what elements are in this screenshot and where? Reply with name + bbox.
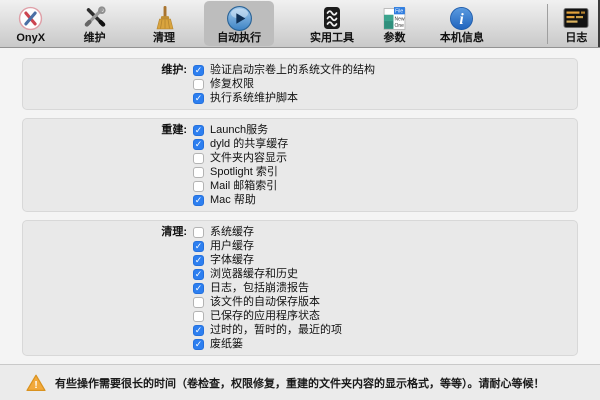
row-folder-display: 文件夹内容显示: [193, 151, 577, 165]
checkbox-user-cache[interactable]: [193, 241, 204, 252]
warning-icon: !: [26, 374, 46, 392]
toolbar-label-maintenance: 维护: [84, 32, 106, 45]
toolbar-item-utilities[interactable]: 实用工具: [297, 1, 367, 46]
checkbox-font-cache[interactable]: [193, 255, 204, 266]
checkbox-dyld-cache[interactable]: [193, 139, 204, 150]
checkbox-label: dyld 的共享缓存: [210, 137, 288, 151]
row-browser-cache: 浏览器缓存和历史: [193, 267, 577, 281]
toolbar-label-info: 本机信息: [440, 32, 484, 45]
broom-icon: [152, 4, 177, 32]
checkbox-label: Spotlight 索引: [210, 165, 278, 179]
row-spotlight-index: Spotlight 索引: [193, 165, 577, 179]
checkbox-label: Mail 邮箱索引: [210, 179, 277, 193]
checkbox-label: 文件夹内容显示: [210, 151, 287, 165]
row-repair-permissions: 修复权限: [193, 77, 577, 91]
automation-panel: 维护: 验证启动宗卷上的系统文件的结构 修复权限 执行系统维护脚本 重建:: [0, 48, 600, 363]
checkbox-mac-help[interactable]: [193, 195, 204, 206]
checkbox-system-cache[interactable]: [193, 227, 204, 238]
row-launch-services: Launch服务: [193, 123, 577, 137]
checkbox-folder-display[interactable]: [193, 153, 204, 164]
toolbar-label-onyx: OnyX: [16, 32, 45, 45]
toolbar-item-onyx[interactable]: OnyX: [8, 1, 53, 46]
checkbox-label: 用户缓存: [210, 239, 254, 253]
toolbox-icon: [320, 4, 344, 32]
checkbox-label: 过时的，暂时的，最近的项: [210, 323, 342, 337]
group-maintenance-label: 维护:: [23, 63, 193, 105]
svg-text:One: One: [394, 22, 404, 28]
row-user-cache: 用户缓存: [193, 239, 577, 253]
info-icon: i: [449, 4, 474, 32]
checkbox-verify-structure[interactable]: [193, 65, 204, 76]
checkbox-logs-crash-reports[interactable]: [193, 283, 204, 294]
checkbox-label: Mac 帮助: [210, 193, 256, 207]
onyx-window: OnyX 维护: [0, 0, 600, 400]
row-trash: 废纸篓: [193, 337, 577, 351]
checkbox-spotlight-index[interactable]: [193, 167, 204, 178]
row-saved-app-states: 已保存的应用程序状态: [193, 309, 577, 323]
row-maintenance-scripts: 执行系统维护脚本: [193, 91, 577, 105]
checkbox-trash[interactable]: [193, 339, 204, 350]
checkbox-label: 修复权限: [210, 77, 254, 91]
toolbar-item-logs[interactable]: 日志: [553, 1, 600, 46]
checkbox-autosave-versions[interactable]: [193, 297, 204, 308]
checkbox-repair-permissions[interactable]: [193, 79, 204, 90]
group-cleaning-label: 清理:: [23, 225, 193, 351]
checkbox-label: 系统缓存: [210, 225, 254, 239]
toolbar: OnyX 维护: [0, 0, 600, 48]
checkbox-launch-services[interactable]: [193, 125, 204, 136]
toolbar-item-parameters[interactable]: File New One 参数: [369, 1, 420, 46]
toolbar-item-cleaning[interactable]: 清理: [134, 1, 194, 46]
checkbox-label: 日志，包括崩溃报告: [210, 281, 309, 295]
svg-text:New: New: [394, 16, 404, 22]
tools-icon: [82, 4, 108, 32]
row-system-cache: 系统缓存: [193, 225, 577, 239]
toolbar-label-automation: 自动执行: [217, 32, 261, 45]
toolbar-label-utilities: 实用工具: [310, 32, 354, 45]
footer-warning-bar: ! 有些操作需要很长的时间（卷检查，权限修复，重建的文件夹内容的显示格式，等等）…: [0, 364, 600, 400]
checkbox-label: 已保存的应用程序状态: [210, 309, 320, 323]
group-rebuild-label: 重建:: [23, 123, 193, 207]
svg-text:i: i: [460, 10, 465, 27]
onyx-app-icon: [18, 4, 43, 32]
checkbox-label: 浏览器缓存和历史: [210, 267, 298, 281]
checkbox-label: 字体缓存: [210, 253, 254, 267]
row-dyld-cache: dyld 的共享缓存: [193, 137, 577, 151]
group-maintenance: 维护: 验证启动宗卷上的系统文件的结构 修复权限 执行系统维护脚本: [22, 58, 578, 110]
toolbar-separator: [547, 4, 548, 44]
row-autosave-versions: 该文件的自动保存版本: [193, 295, 577, 309]
row-font-cache: 字体缓存: [193, 253, 577, 267]
checkbox-maintenance-scripts[interactable]: [193, 93, 204, 104]
row-obsolete-items: 过时的，暂时的，最近的项: [193, 323, 577, 337]
toolbar-item-maintenance[interactable]: 维护: [64, 1, 124, 46]
toolbar-item-info[interactable]: i 本机信息: [427, 1, 497, 46]
row-logs-crash-reports: 日志，包括崩溃报告: [193, 281, 577, 295]
checkbox-browser-cache[interactable]: [193, 269, 204, 280]
toolbar-label-logs: 日志: [565, 32, 587, 45]
checkbox-label: 验证启动宗卷上的系统文件的结构: [210, 63, 375, 77]
svg-text:File: File: [395, 8, 403, 14]
play-icon: [226, 4, 253, 32]
row-mail-index: Mail 邮箱索引: [193, 179, 577, 193]
toolbar-item-automation[interactable]: 自动执行: [204, 1, 274, 46]
log-icon: [563, 4, 589, 32]
checkbox-label: 该文件的自动保存版本: [210, 295, 320, 309]
checkbox-label: 废纸篓: [210, 337, 243, 351]
row-mac-help: Mac 帮助: [193, 193, 577, 207]
toolbar-label-cleaning: 清理: [153, 32, 175, 45]
toolbar-label-parameters: 参数: [383, 32, 405, 45]
svg-text:!: !: [34, 380, 37, 391]
warning-text: 有些操作需要很长的时间（卷检查，权限修复，重建的文件夹内容的显示格式，等等）。请…: [55, 375, 545, 391]
row-verify-structure: 验证启动宗卷上的系统文件的结构: [193, 63, 577, 77]
checkbox-saved-app-states[interactable]: [193, 311, 204, 322]
group-cleaning: 清理: 系统缓存 用户缓存 字体缓存 浏览器缓存和历史: [22, 220, 578, 356]
preferences-icon: File New One: [383, 4, 406, 32]
checkbox-label: 执行系统维护脚本: [210, 91, 298, 105]
group-rebuild: 重建: Launch服务 dyld 的共享缓存 文件夹内容显示 Spotligh…: [22, 118, 578, 212]
checkbox-label: Launch服务: [210, 123, 268, 137]
checkbox-obsolete-items[interactable]: [193, 325, 204, 336]
checkbox-mail-index[interactable]: [193, 181, 204, 192]
